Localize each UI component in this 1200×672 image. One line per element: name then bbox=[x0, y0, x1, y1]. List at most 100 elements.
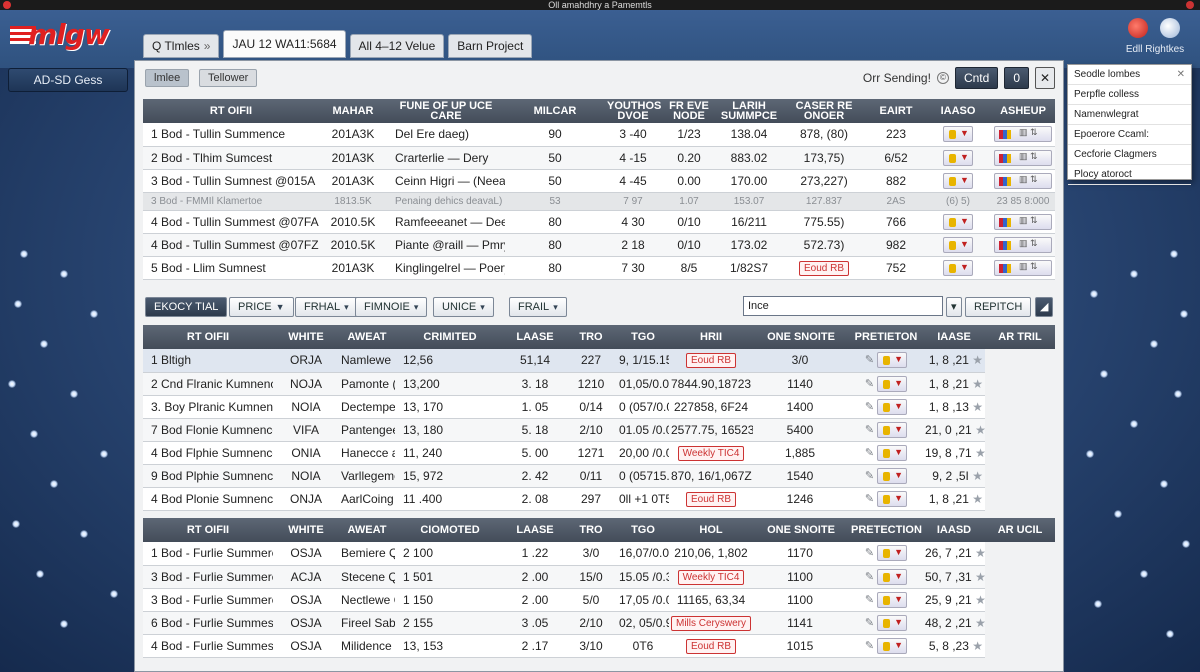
column-header[interactable]: FR EVE NODE bbox=[661, 99, 717, 123]
pin-icon[interactable]: ✎ bbox=[865, 401, 877, 413]
alert-flag-icon[interactable] bbox=[877, 444, 908, 461]
popup-item[interactable]: Epoerore Ccaml: bbox=[1068, 125, 1191, 145]
column-header[interactable]: CIOMOTED bbox=[395, 518, 505, 542]
alert-flag-icon[interactable] bbox=[877, 352, 908, 369]
close-window-icon[interactable] bbox=[3, 1, 11, 9]
count-badge[interactable]: 0 bbox=[1004, 67, 1029, 89]
favorite-icon[interactable]: ★ bbox=[975, 423, 985, 437]
table-row[interactable]: 2 Cnd Flranic KumnenceNOJAPamonte (Saill… bbox=[143, 372, 1055, 396]
row-actions-icon[interactable] bbox=[994, 149, 1052, 166]
column-header[interactable]: EAIRT bbox=[867, 99, 925, 123]
alert-flag-icon[interactable] bbox=[877, 568, 908, 585]
column-header[interactable]: PRETECTION bbox=[849, 518, 923, 542]
table-row[interactable]: 6 Bod - Furlie SummestOSJAFireel Sabd2 1… bbox=[143, 611, 1055, 635]
column-header[interactable]: LAASE bbox=[505, 518, 565, 542]
pin-icon[interactable]: ✎ bbox=[865, 640, 877, 652]
pin-icon[interactable]: ✎ bbox=[865, 547, 877, 559]
sort-icon[interactable]: © bbox=[936, 72, 949, 84]
alert-flag-icon[interactable] bbox=[877, 467, 908, 484]
search-dropdown-icon[interactable]: ▾ bbox=[946, 297, 962, 317]
favorite-icon[interactable]: ★ bbox=[975, 616, 985, 630]
table-row[interactable]: 4 Bod Flphie SumnenceONIAHanecce aoind (… bbox=[143, 441, 1055, 465]
tab-barn-project[interactable]: Barn Project bbox=[448, 34, 533, 58]
search-button[interactable]: REPITCH bbox=[965, 297, 1032, 317]
alert-flag-icon[interactable] bbox=[943, 126, 973, 143]
alert-flag-icon[interactable] bbox=[877, 545, 908, 562]
table-row[interactable]: 3. Boy Plranic KumnenceNOIADectemperelt … bbox=[143, 395, 1055, 419]
column-header[interactable]: MAHAR bbox=[319, 99, 387, 123]
table-row[interactable]: 1 BltighORJANamlewe Sod — Kles)12,5651,1… bbox=[143, 349, 1055, 373]
column-header[interactable]: TGO bbox=[617, 518, 669, 542]
table-row[interactable]: 4 Bod - Furlie SummestOSJAMilidence Phel… bbox=[143, 634, 1055, 658]
column-header[interactable]: YOUTHOS DVOE bbox=[605, 99, 661, 123]
column-header[interactable]: WHITE bbox=[273, 518, 339, 542]
alert-flag-icon[interactable] bbox=[877, 375, 908, 392]
notification-icon[interactable] bbox=[1128, 18, 1148, 38]
pin-icon[interactable]: ✎ bbox=[865, 447, 877, 459]
filter-frail[interactable]: FRAIL ▾ bbox=[509, 297, 567, 317]
alert-flag-icon[interactable] bbox=[943, 149, 973, 166]
confirm-button[interactable]: Cntd bbox=[954, 67, 999, 89]
alert-flag-icon[interactable] bbox=[877, 637, 908, 654]
window-control-icon[interactable] bbox=[1186, 1, 1194, 9]
filter-main-button[interactable]: EKOCY TIAL bbox=[145, 297, 228, 317]
row-actions-icon[interactable] bbox=[994, 172, 1052, 189]
filter-final[interactable]: FRHAL ▾ bbox=[295, 297, 358, 317]
favorite-icon[interactable]: ★ bbox=[972, 469, 983, 483]
row-actions-icon[interactable] bbox=[994, 126, 1052, 143]
pin-icon[interactable]: ✎ bbox=[865, 594, 877, 606]
filter-fimnoie[interactable]: FIMNOIE ▾ bbox=[355, 297, 428, 317]
column-header[interactable]: HOL bbox=[669, 518, 753, 542]
column-header[interactable]: ONE SNOITE bbox=[753, 518, 849, 542]
table-row[interactable]: 1 Bod - Furlie SummerceOSJABemiere Qeod … bbox=[143, 542, 1055, 566]
popup-item[interactable]: Seodle lombes ✕ bbox=[1068, 65, 1191, 85]
filter-button-2[interactable]: Tellower bbox=[199, 69, 258, 87]
column-header[interactable]: IAASE bbox=[923, 325, 985, 349]
search-input[interactable]: Ince bbox=[743, 296, 943, 316]
favorite-icon[interactable]: ★ bbox=[975, 546, 985, 560]
popup-item[interactable]: Plocy atoroct bbox=[1068, 165, 1191, 185]
favorite-icon[interactable]: ★ bbox=[972, 492, 983, 506]
favorite-icon[interactable]: ★ bbox=[972, 639, 983, 653]
favorite-icon[interactable]: ★ bbox=[972, 353, 983, 367]
column-header[interactable]: AWEAT bbox=[339, 325, 395, 349]
table-row[interactable]: 4 Bod - Tullin Summest @07FZ 2010.5K Piant… bbox=[143, 233, 1055, 257]
chart-icon[interactable]: ◢ bbox=[1035, 297, 1054, 317]
table-row[interactable]: 9 Bod Plphie SumnenceNOIAVarllegemeal — … bbox=[143, 464, 1055, 488]
column-header[interactable]: AR TRIL bbox=[985, 325, 1055, 349]
row-actions-icon[interactable] bbox=[994, 259, 1052, 276]
table-row[interactable]: 2 Bod - Tlhim Sumcest 201A3K Crarterlie — … bbox=[143, 146, 1055, 170]
column-header[interactable]: IAASD bbox=[923, 518, 985, 542]
column-header[interactable]: WHITE bbox=[273, 325, 339, 349]
favorite-icon[interactable]: ★ bbox=[975, 570, 985, 584]
table-row[interactable]: 3 Bod - Tullin Sumnest @015A 201A3K Ceinn … bbox=[143, 169, 1055, 193]
alert-flag-icon[interactable] bbox=[877, 421, 908, 438]
column-header[interactable]: RT OIFII bbox=[143, 99, 319, 123]
column-header[interactable]: TRO bbox=[565, 518, 617, 542]
row-actions-icon[interactable] bbox=[994, 213, 1052, 230]
popup-item[interactable]: Namenwlegrat bbox=[1068, 105, 1191, 125]
column-header[interactable]: AR UCIL bbox=[985, 518, 1055, 542]
pin-icon[interactable]: ✎ bbox=[865, 470, 877, 482]
table-row[interactable]: 3 Bod - Furlie SummerceACJAStecene Qeod … bbox=[143, 565, 1055, 589]
pin-icon[interactable]: ✎ bbox=[865, 617, 877, 629]
table-row[interactable]: 4 Bod Plonie SumnenceONJAAarlCoing Sod, … bbox=[143, 487, 1055, 511]
row-actions-icon[interactable] bbox=[994, 236, 1052, 253]
column-header[interactable]: HRII bbox=[669, 325, 753, 349]
table-row[interactable]: 1 Bod - Tullin Summence 201A3K Del Ere dae… bbox=[143, 123, 1055, 147]
favorite-icon[interactable]: ★ bbox=[972, 377, 983, 391]
column-header[interactable]: AWEAT bbox=[339, 518, 395, 542]
column-header[interactable]: ONE SNOITE bbox=[753, 325, 849, 349]
column-header[interactable]: LAASE bbox=[505, 325, 565, 349]
pin-icon[interactable]: ✎ bbox=[865, 424, 877, 436]
popup-item[interactable]: Cecforie Clagmers bbox=[1068, 145, 1191, 165]
column-header[interactable]: PRETIETON bbox=[849, 325, 923, 349]
column-header[interactable]: ASHEUP bbox=[991, 99, 1055, 123]
column-header[interactable]: RT OIFII bbox=[143, 325, 273, 349]
filter-unice[interactable]: UNICE ▾ bbox=[433, 297, 494, 317]
table-row[interactable]: 5 Bod - Llim Sumnest 201A3K Kinglingelrel … bbox=[143, 256, 1055, 280]
close-panel-button[interactable]: ✕ bbox=[1035, 67, 1055, 89]
alert-flag-icon[interactable] bbox=[943, 259, 973, 276]
tab-date[interactable]: JAU 12 WA11:5684 bbox=[223, 30, 346, 58]
alert-flag-icon[interactable] bbox=[943, 236, 973, 253]
